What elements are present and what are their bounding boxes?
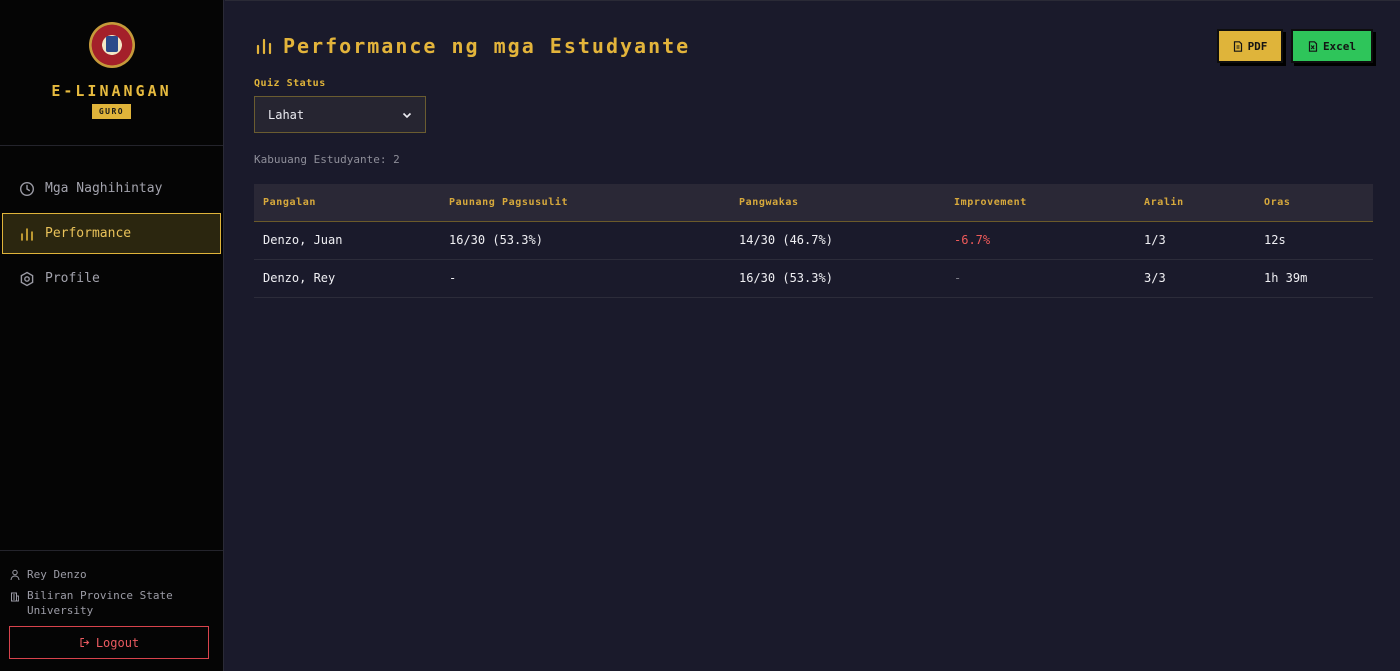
time-cell: 1h 39m xyxy=(1264,271,1308,285)
file-pdf-icon xyxy=(1233,40,1242,52)
student-name-cell: Denzo, Juan xyxy=(263,233,343,247)
sidebar-item-profile[interactable]: Profile xyxy=(2,258,221,299)
user-name-line: Rey Denzo xyxy=(10,567,213,582)
column-header[interactable]: Pangalan xyxy=(254,184,440,221)
student-name-cell: Denzo, Rey xyxy=(263,271,336,285)
lessons-cell: 3/3 xyxy=(1144,271,1166,285)
export-excel-label: Excel xyxy=(1322,39,1357,53)
chevron-down-icon xyxy=(402,112,412,118)
quiz-status-select[interactable]: Lahat xyxy=(254,96,426,133)
role-badge: GURO xyxy=(91,104,132,119)
improvement-cell: - xyxy=(954,271,962,285)
user-name: Rey Denzo xyxy=(27,568,87,581)
pre-test-cell: - xyxy=(449,271,457,285)
bar-chart-icon xyxy=(21,227,33,241)
main-content: Performance ng mga Estudyante PDF Excel … xyxy=(225,0,1400,671)
brand-title: E-LINANGAN xyxy=(51,82,172,100)
page-title: Performance ng mga Estudyante xyxy=(255,34,690,58)
sidebar: E-LINANGAN GURO Mga Naghihintay Performa… xyxy=(0,0,224,671)
export-excel-button[interactable]: Excel xyxy=(1291,29,1373,63)
performance-table: Pangalan Paunang Pagsusulit Pangwakas Im… xyxy=(254,184,1373,298)
improvement-cell: -6.7% xyxy=(954,233,991,247)
logout-icon xyxy=(80,637,90,648)
pre-test-cell: 16/30 (53.3%) xyxy=(449,233,543,247)
sidebar-item-label: Mga Naghihintay xyxy=(45,181,163,196)
column-header[interactable]: Aralin xyxy=(1135,184,1255,221)
user-icon xyxy=(10,569,20,581)
bar-chart-icon xyxy=(256,38,272,55)
hexagon-gear-icon xyxy=(20,271,34,286)
sidebar-item-label: Performance xyxy=(45,226,132,241)
post-test-cell: 16/30 (53.3%) xyxy=(739,271,833,285)
user-info: Rey Denzo Biliran Province State Univers… xyxy=(0,550,223,671)
sidebar-item-label: Profile xyxy=(45,271,100,286)
logout-label: Logout xyxy=(95,635,140,650)
export-pdf-button[interactable]: PDF xyxy=(1217,29,1283,63)
file-spreadsheet-icon xyxy=(1308,40,1318,52)
post-test-cell: 14/30 (46.7%) xyxy=(739,233,833,247)
brand: E-LINANGAN GURO xyxy=(0,0,223,146)
student-count: Kabuuang Estudyante: 2 xyxy=(254,153,400,166)
column-header[interactable]: Pangwakas xyxy=(730,184,945,221)
lessons-cell: 1/3 xyxy=(1144,233,1166,247)
quiz-status-label: Quiz Status xyxy=(254,78,326,89)
column-header[interactable]: Paunang Pagsusulit xyxy=(440,184,730,221)
table-header-row: Pangalan Paunang Pagsusulit Pangwakas Im… xyxy=(254,184,1373,221)
building-icon xyxy=(11,592,19,602)
time-cell: 12s xyxy=(1264,233,1286,247)
logout-button[interactable]: Logout xyxy=(9,626,209,659)
column-header[interactable]: Oras xyxy=(1255,184,1373,221)
school-line: Biliran Province State University xyxy=(10,588,213,618)
export-pdf-label: PDF xyxy=(1247,39,1268,53)
page-title-text: Performance ng mga Estudyante xyxy=(283,34,691,58)
sidebar-item-naghihintay[interactable]: Mga Naghihintay xyxy=(2,168,221,209)
column-header[interactable]: Improvement xyxy=(945,184,1135,221)
sidebar-nav: Mga Naghihintay Performance Profile xyxy=(0,146,223,299)
sidebar-item-performance[interactable]: Performance xyxy=(2,213,221,254)
school-name: Biliran Province State University xyxy=(27,589,173,617)
quiz-status-value: Lahat xyxy=(268,107,305,122)
table-row[interactable]: Denzo, Juan 16/30 (53.3%) 14/30 (46.7%) … xyxy=(254,221,1373,259)
clock-icon xyxy=(19,181,35,196)
table-row[interactable]: Denzo, Rey - 16/30 (53.3%) - 3/3 1h 39m xyxy=(254,259,1373,297)
university-seal-logo xyxy=(88,22,135,68)
